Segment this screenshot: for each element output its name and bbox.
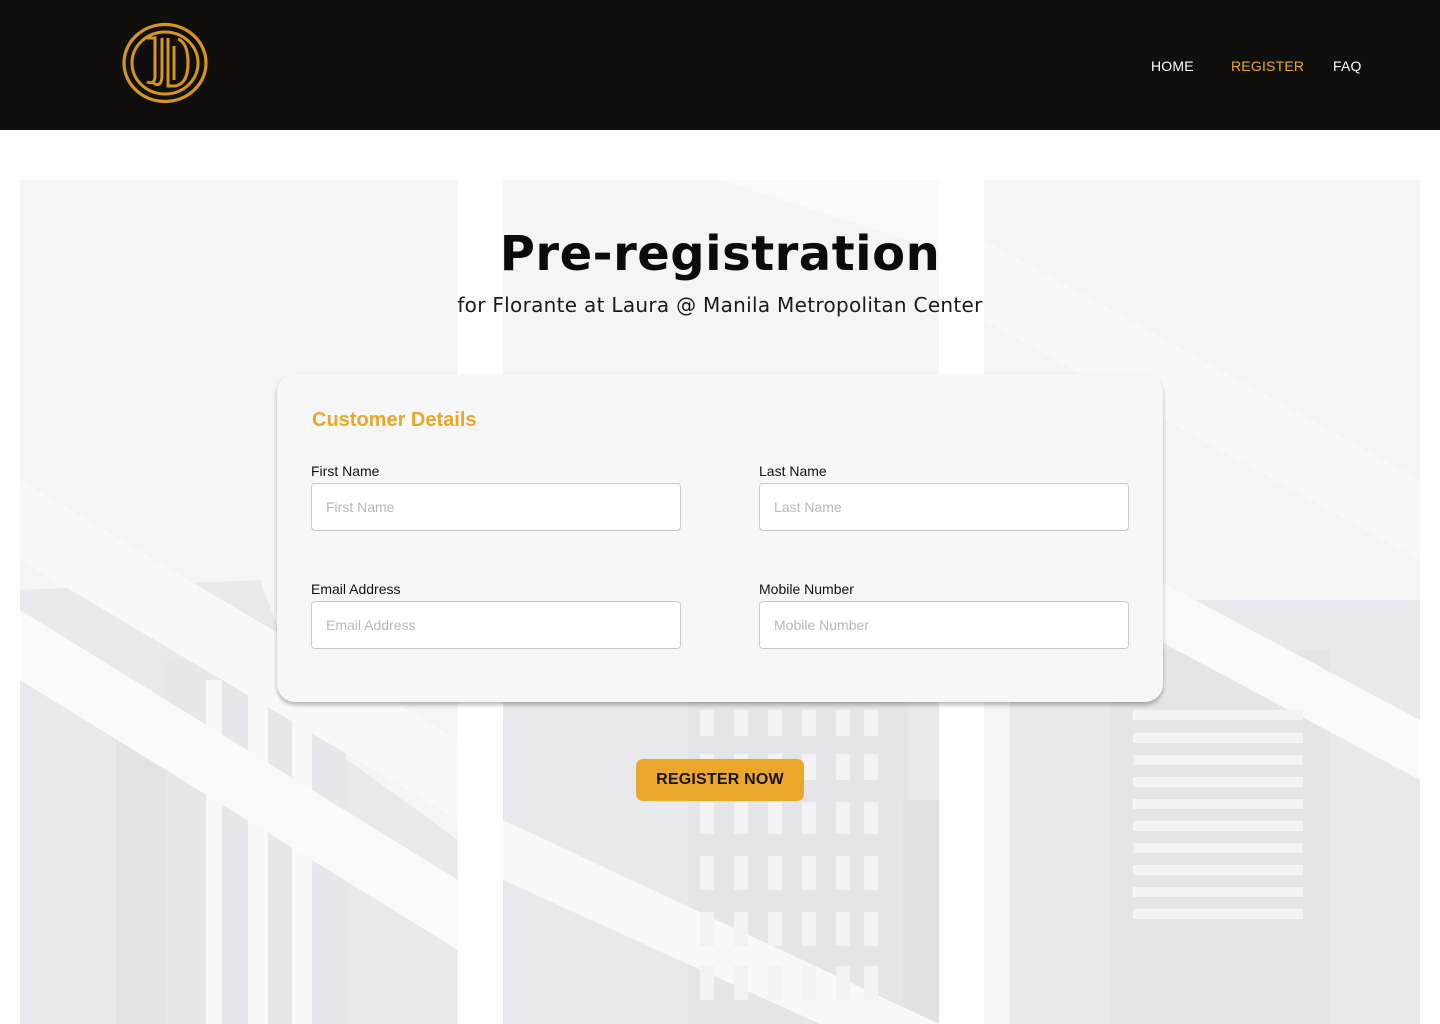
main-nav: HOME REGISTER FAQ [0,57,1440,77]
nav-register-link[interactable]: REGISTER [1231,57,1304,75]
first-name-label: First Name [311,463,380,479]
last-name-label: Last Name [759,463,827,479]
email-label: Email Address [311,581,401,597]
first-name-input[interactable] [311,483,681,531]
register-now-button[interactable]: REGISTER NOW [636,759,804,801]
last-name-input[interactable] [759,483,1129,531]
site-header: HOME REGISTER FAQ [0,0,1440,130]
nav-home-link[interactable]: HOME [1151,57,1194,75]
page-subtitle: for Florante at Laura @ Manila Metropoli… [457,293,983,317]
customer-details-form: Customer Details First Name Last Name Em… [277,374,1163,702]
nav-faq-link[interactable]: FAQ [1333,57,1362,75]
mobile-number-label: Mobile Number [759,581,854,597]
mobile-number-input[interactable] [759,601,1129,649]
section-title: Customer Details [312,409,477,431]
page-title: Pre-registration [499,226,941,282]
email-input[interactable] [311,601,681,649]
